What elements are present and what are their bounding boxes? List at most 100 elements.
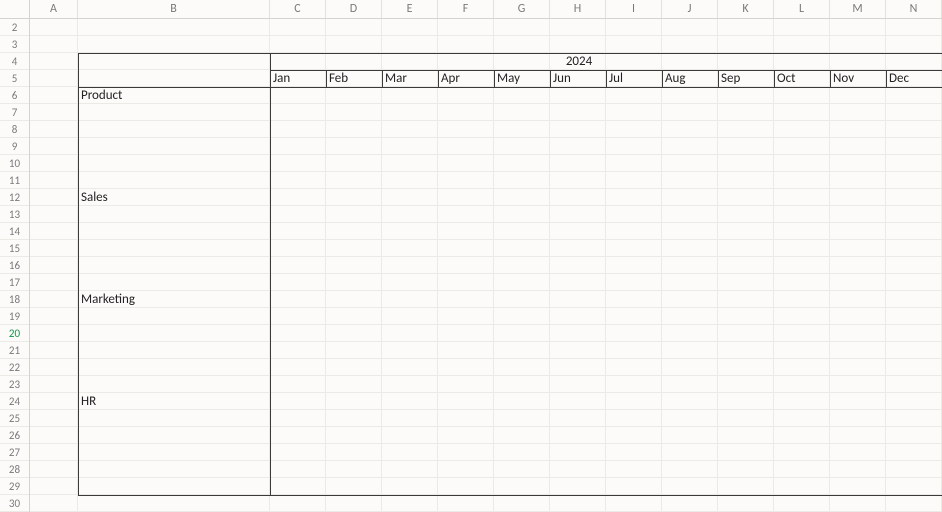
col-header-B[interactable]: B — [78, 0, 270, 18]
cell-L14[interactable] — [774, 223, 830, 240]
cell-F25[interactable] — [438, 410, 494, 427]
cell-G19[interactable] — [494, 308, 550, 325]
row-header-23[interactable]: 23 — [0, 376, 29, 393]
cell-B24[interactable]: HR — [78, 393, 270, 410]
cell-M27[interactable] — [830, 444, 886, 461]
cell-K27[interactable] — [718, 444, 774, 461]
cell-H9[interactable] — [550, 138, 606, 155]
row-header-15[interactable]: 15 — [0, 240, 29, 257]
cell-J6[interactable] — [662, 87, 718, 104]
cell-E3[interactable] — [382, 36, 438, 53]
cell-L7[interactable] — [774, 104, 830, 121]
cell-L12[interactable] — [774, 189, 830, 206]
cell-J14[interactable] — [662, 223, 718, 240]
cell-M24[interactable] — [830, 393, 886, 410]
cell-A29[interactable] — [30, 478, 78, 495]
cell-B21[interactable] — [78, 342, 270, 359]
cell-E2[interactable] — [382, 19, 438, 36]
cell-I7[interactable] — [606, 104, 662, 121]
cell-F23[interactable] — [438, 376, 494, 393]
cell-G17[interactable] — [494, 274, 550, 291]
cell-D20[interactable] — [326, 325, 382, 342]
cell-I6[interactable] — [606, 87, 662, 104]
cell-H28[interactable] — [550, 461, 606, 478]
cell-C5[interactable]: Jan — [270, 70, 326, 87]
cell-A16[interactable] — [30, 257, 78, 274]
cell-N18[interactable] — [886, 291, 942, 308]
cell-G29[interactable] — [494, 478, 550, 495]
cell-J17[interactable] — [662, 274, 718, 291]
cell-I12[interactable] — [606, 189, 662, 206]
row-header-17[interactable]: 17 — [0, 274, 29, 291]
cell-A22[interactable] — [30, 359, 78, 376]
cell-A27[interactable] — [30, 444, 78, 461]
cell-C4[interactable] — [270, 53, 326, 70]
cell-C22[interactable] — [270, 359, 326, 376]
row-header-8[interactable]: 8 — [0, 121, 29, 138]
cell-G4[interactable] — [494, 53, 550, 70]
cell-J22[interactable] — [662, 359, 718, 376]
cell-B26[interactable] — [78, 427, 270, 444]
cell-E23[interactable] — [382, 376, 438, 393]
row-header-20[interactable]: 20 — [0, 325, 29, 342]
cell-L28[interactable] — [774, 461, 830, 478]
cell-E17[interactable] — [382, 274, 438, 291]
cell-C12[interactable] — [270, 189, 326, 206]
cell-L21[interactable] — [774, 342, 830, 359]
cell-N20[interactable] — [886, 325, 942, 342]
cell-N10[interactable] — [886, 155, 942, 172]
cell-A12[interactable] — [30, 189, 78, 206]
cell-D14[interactable] — [326, 223, 382, 240]
cell-L29[interactable] — [774, 478, 830, 495]
cell-C25[interactable] — [270, 410, 326, 427]
cell-D11[interactable] — [326, 172, 382, 189]
cell-A13[interactable] — [30, 206, 78, 223]
cell-D25[interactable] — [326, 410, 382, 427]
cell-K14[interactable] — [718, 223, 774, 240]
cell-N21[interactable] — [886, 342, 942, 359]
cell-H7[interactable] — [550, 104, 606, 121]
cell-D9[interactable] — [326, 138, 382, 155]
cell-J15[interactable] — [662, 240, 718, 257]
row-header-10[interactable]: 10 — [0, 155, 29, 172]
cell-E4[interactable] — [382, 53, 438, 70]
cell-H24[interactable] — [550, 393, 606, 410]
col-header-G[interactable]: G — [494, 0, 550, 18]
cell-D15[interactable] — [326, 240, 382, 257]
row-header-13[interactable]: 13 — [0, 206, 29, 223]
cell-L5[interactable]: Oct — [774, 70, 830, 87]
cell-K18[interactable] — [718, 291, 774, 308]
cell-N15[interactable] — [886, 240, 942, 257]
cell-M26[interactable] — [830, 427, 886, 444]
col-header-J[interactable]: J — [662, 0, 718, 18]
cell-D12[interactable] — [326, 189, 382, 206]
cell-N28[interactable] — [886, 461, 942, 478]
cell-M5[interactable]: Nov — [830, 70, 886, 87]
cell-G15[interactable] — [494, 240, 550, 257]
cell-G26[interactable] — [494, 427, 550, 444]
cell-A17[interactable] — [30, 274, 78, 291]
cell-E27[interactable] — [382, 444, 438, 461]
cell-A6[interactable] — [30, 87, 78, 104]
cell-A3[interactable] — [30, 36, 78, 53]
cell-I22[interactable] — [606, 359, 662, 376]
cell-L24[interactable] — [774, 393, 830, 410]
cell-B10[interactable] — [78, 155, 270, 172]
cell-K22[interactable] — [718, 359, 774, 376]
cell-C18[interactable] — [270, 291, 326, 308]
row-header-22[interactable]: 22 — [0, 359, 29, 376]
col-header-C[interactable]: C — [270, 0, 326, 18]
cell-J9[interactable] — [662, 138, 718, 155]
cell-I11[interactable] — [606, 172, 662, 189]
cell-A20[interactable] — [30, 325, 78, 342]
cell-I23[interactable] — [606, 376, 662, 393]
cell-G9[interactable] — [494, 138, 550, 155]
cell-H12[interactable] — [550, 189, 606, 206]
cell-D8[interactable] — [326, 121, 382, 138]
cell-B4[interactable] — [78, 53, 270, 70]
cell-H2[interactable] — [550, 19, 606, 36]
cell-D13[interactable] — [326, 206, 382, 223]
row-header-26[interactable]: 26 — [0, 427, 29, 444]
cell-I16[interactable] — [606, 257, 662, 274]
cell-H14[interactable] — [550, 223, 606, 240]
